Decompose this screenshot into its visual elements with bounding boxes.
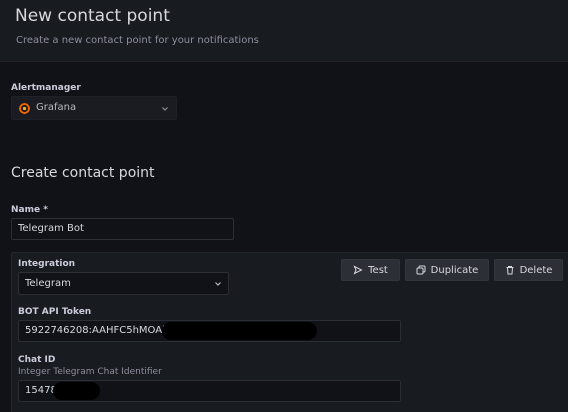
- copy-icon: [416, 265, 426, 275]
- duplicate-button-label: Duplicate: [430, 264, 479, 276]
- trash-icon: [506, 266, 514, 275]
- name-input[interactable]: Telegram Bot: [11, 218, 234, 240]
- integration-value: Telegram: [25, 278, 71, 289]
- integration-label: Integration: [18, 259, 76, 269]
- send-icon: [353, 265, 363, 275]
- name-label: Name *: [11, 205, 48, 215]
- delete-button-label: Delete: [519, 264, 553, 276]
- page-title: New contact point: [15, 6, 170, 26]
- chevron-down-icon: [215, 282, 221, 286]
- alertmanager-select[interactable]: Grafana: [11, 96, 177, 120]
- chevron-down-icon: [162, 107, 168, 111]
- duplicate-button[interactable]: Duplicate: [405, 259, 489, 281]
- integration-select[interactable]: Telegram: [18, 272, 229, 295]
- alertmanager-label: Alertmanager: [11, 83, 81, 93]
- page-subtitle: Create a new contact point for your noti…: [16, 35, 259, 46]
- delete-button[interactable]: Delete: [494, 259, 563, 281]
- chat-id-description: Integer Telegram Chat Identifier: [18, 367, 162, 377]
- redaction-bar: [53, 382, 100, 400]
- bot-token-value: 5922746208:AAHFC5hMOAi: [25, 325, 165, 336]
- test-button[interactable]: Test: [341, 259, 400, 281]
- test-button-label: Test: [368, 264, 388, 276]
- page-header: New contact point Create a new contact p…: [0, 0, 568, 62]
- redaction-bar: [162, 322, 317, 340]
- alertmanager-value: Grafana: [36, 102, 77, 113]
- chat-id-label: Chat ID: [18, 355, 56, 365]
- grafana-logo-icon: [18, 102, 31, 115]
- section-title: Create contact point: [11, 165, 155, 181]
- bot-token-label: BOT API Token: [18, 307, 92, 317]
